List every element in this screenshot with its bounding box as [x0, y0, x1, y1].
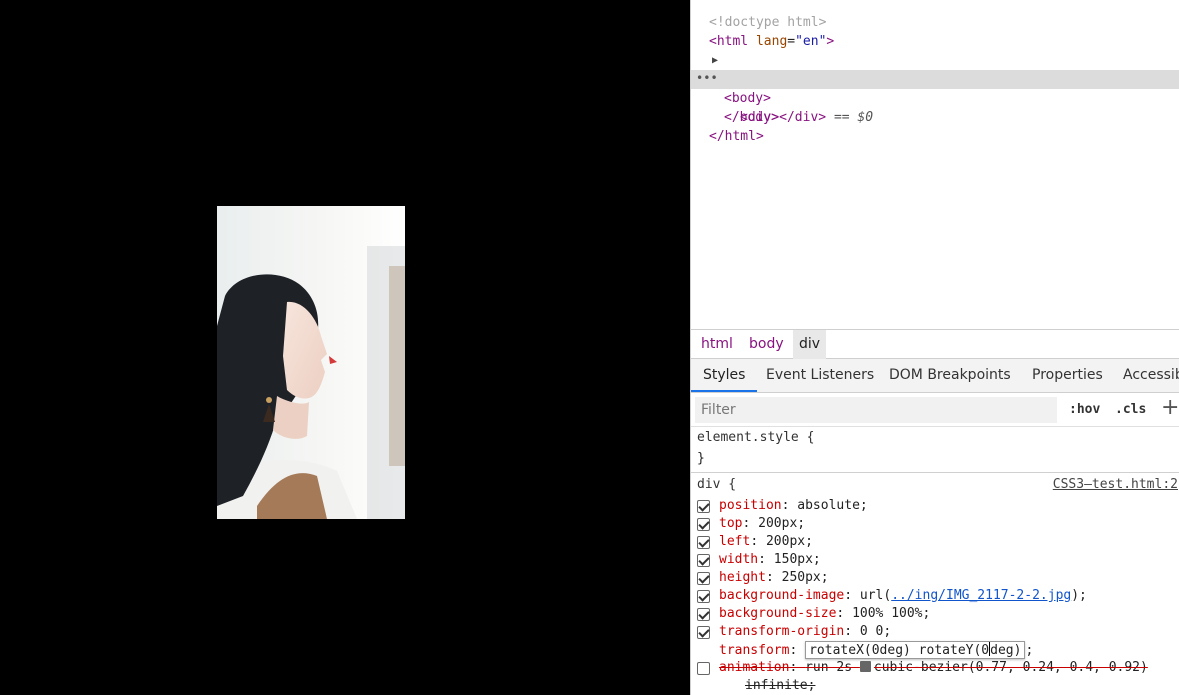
prop-row-transform-origin: transform-origin: 0 0;	[691, 623, 1179, 641]
elements-dom-tree: <!doctype html> <html lang="en"> ▶ <head…	[691, 0, 1179, 329]
dom-body-close-line[interactable]: </body>	[691, 89, 1179, 125]
prop-name[interactable]: position	[719, 498, 782, 513]
prop-row-background-size: background-size: 100% 100%;	[691, 605, 1179, 623]
prop-checkbox[interactable]	[697, 626, 710, 639]
prop-row-height: height: 250px;	[691, 569, 1179, 587]
prop-name[interactable]: width	[719, 552, 758, 567]
prop-value[interactable]: absolute;	[797, 498, 867, 513]
photo-image	[217, 206, 405, 519]
dom-body-open-line[interactable]: ▼ <body>	[691, 51, 1179, 106]
new-style-rule-button[interactable]: +	[1161, 396, 1179, 420]
prop-row-top: top: 200px;	[691, 515, 1179, 533]
prop-name[interactable]: animation	[719, 660, 789, 675]
prop-value-suffix: );	[1071, 588, 1087, 603]
prop-checkbox[interactable]	[697, 518, 710, 531]
page-viewport	[0, 0, 690, 695]
transform-value-editor[interactable]: rotateX(0deg) rotateY(0deg)	[805, 641, 1026, 659]
dom-div-line-selected[interactable]: ••• <div></div> == $0	[691, 69, 1179, 125]
styles-toolbar: :hov .cls +	[691, 393, 1179, 427]
prop-name[interactable]: top	[719, 516, 742, 531]
prop-name[interactable]: height	[719, 570, 766, 585]
bezier-editor-icon[interactable]	[859, 661, 871, 672]
prop-row-left: left: 200px;	[691, 533, 1179, 551]
prop-value[interactable]: 250px;	[782, 570, 829, 585]
prop-value[interactable]: 200px;	[766, 534, 813, 549]
prop-checkbox[interactable]	[697, 572, 710, 585]
tab-event-listeners[interactable]: Event Listeners	[766, 359, 874, 392]
prop-row-transform: transform: rotateX(0deg) rotateY(0deg);	[719, 641, 1034, 659]
rule-divider	[691, 472, 1179, 473]
transform-semicolon: ;	[1025, 643, 1034, 658]
prop-row-width: width: 150px;	[691, 551, 1179, 569]
tab-styles[interactable]: Styles	[691, 359, 758, 392]
image-url-link[interactable]: ../ing/IMG_2117-2-2.jpg	[891, 588, 1071, 603]
transform-value-part-b: deg)	[990, 643, 1022, 658]
tab-dom-breakpoints[interactable]: DOM Breakpoints	[889, 359, 1011, 392]
prop-value[interactable]: 100% 100%;	[852, 606, 930, 621]
prop-row-animation-cont: infinite;	[691, 677, 1179, 695]
filter-input[interactable]	[695, 397, 1057, 423]
prop-checkbox[interactable]	[697, 536, 710, 549]
prop-checkbox[interactable]	[697, 590, 710, 603]
prop-checkbox[interactable]	[697, 608, 710, 621]
prop-name[interactable]: transform	[719, 643, 789, 658]
element-style-selector[interactable]: element.style {	[697, 429, 814, 447]
prop-row-position: position: absolute;	[691, 497, 1179, 515]
dom-html-close-line[interactable]: </html>	[691, 108, 1179, 144]
prop-name[interactable]: left	[719, 534, 750, 549]
prop-value[interactable]: 0 0;	[860, 624, 891, 639]
prop-name[interactable]: background-size	[719, 606, 836, 621]
element-style-close: }	[697, 451, 705, 466]
styles-pane: element.style { } div { CSS3—test.html:2…	[691, 427, 1179, 695]
dom-doctype-line[interactable]: <!doctype html>	[691, 0, 1179, 30]
bezier-value[interactable]: cubic-bezier(0.77, 0.24, 0.4, 0.92)	[874, 660, 1148, 675]
prop-name[interactable]: transform-origin	[719, 624, 844, 639]
animation-value[interactable]: run 2s	[805, 660, 860, 675]
prop-row-background-image: background-image: url(../ing/IMG_2117-2-…	[691, 587, 1179, 605]
woman-profile-photo	[217, 206, 405, 519]
prop-name[interactable]: background-image	[719, 588, 844, 603]
source-file-link[interactable]: CSS3—test.html:2	[1053, 476, 1178, 494]
prop-checkbox[interactable]	[697, 500, 710, 513]
tab-accessibility[interactable]: Accessibi	[1123, 359, 1179, 392]
breadcrumb-div[interactable]: div	[793, 330, 827, 359]
prop-value[interactable]: 150px;	[774, 552, 821, 567]
tab-properties[interactable]: Properties	[1032, 359, 1103, 392]
animation-value-continued: infinite;	[745, 678, 816, 693]
class-toggle-button[interactable]: .cls	[1115, 400, 1146, 420]
div-rule-selector[interactable]: div {	[697, 476, 736, 494]
breadcrumb: html body div	[691, 329, 1179, 359]
prop-checkbox[interactable]	[697, 554, 710, 567]
breadcrumb-html[interactable]: html	[695, 330, 739, 359]
prop-checkbox-unchecked[interactable]	[697, 662, 710, 675]
transform-value-part-a: rotateX(0deg) rotateY(0	[809, 643, 990, 658]
hover-state-button[interactable]: :hov	[1069, 400, 1100, 420]
prop-row-animation: animation: run 2s cubic-bezier(0.77, 0.2…	[691, 659, 1179, 677]
sidebar-tabs: Styles Event Listeners DOM Breakpoints P…	[691, 359, 1179, 393]
prop-value-prefix: url(	[859, 588, 892, 603]
devtools-panel: <!doctype html> <html lang="en"> ▶ <head…	[690, 0, 1179, 695]
more-options-icon[interactable]: •••	[696, 69, 718, 88]
breadcrumb-body[interactable]: body	[743, 330, 790, 359]
prop-value[interactable]: 200px;	[758, 516, 805, 531]
dom-html-open-line[interactable]: <html lang="en">	[691, 13, 1179, 49]
dom-head-line[interactable]: ▶ <head>…</head>	[691, 32, 1179, 87]
